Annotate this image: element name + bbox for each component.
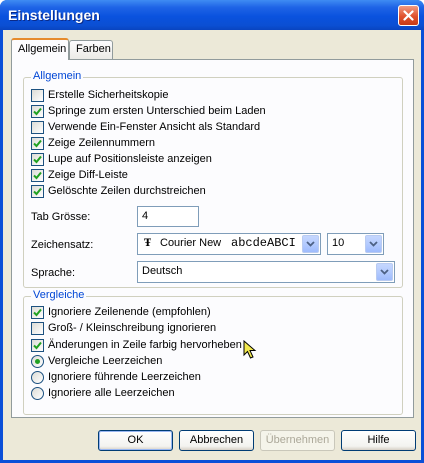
- checkbox-label: Zeige Diff-Leiste: [48, 169, 128, 181]
- checkbox-box[interactable]: [31, 184, 44, 198]
- checkbox-box[interactable]: [31, 338, 44, 352]
- font-label: Zeichensatz:: [31, 239, 94, 251]
- checkbox-gross-klein[interactable]: Groß- / Kleinschreibung ignorieren: [31, 321, 216, 335]
- radio-label: Vergleiche Leerzeichen: [48, 355, 163, 367]
- checkmark-icon: [33, 155, 42, 163]
- tab-farben[interactable]: Farben: [69, 40, 113, 59]
- settings-window: Einstellungen Allgemein Farben Allgemein…: [0, 0, 424, 463]
- close-button[interactable]: [398, 5, 419, 26]
- checkbox-label: Änderungen in Zeile farbig hervorheben: [48, 339, 242, 351]
- checkbox-box[interactable]: [31, 104, 44, 118]
- dialog-client: Allgemein Farben Allgemein Erstelle Sich…: [3, 30, 421, 460]
- checkbox-box[interactable]: [31, 168, 44, 182]
- checkbox-zeilennummern[interactable]: Zeige Zeilennummern: [31, 136, 155, 150]
- font-size-select[interactable]: 10: [327, 233, 384, 255]
- font-name: Courier New: [160, 237, 222, 249]
- checkbox-box[interactable]: [31, 120, 44, 134]
- truetype-icon: Ŧ: [144, 238, 152, 249]
- checkbox-zeilenende[interactable]: Ignoriere Zeilenende (empfohlen): [31, 305, 211, 319]
- title-bar[interactable]: Einstellungen: [0, 0, 424, 30]
- checkmark-icon: [33, 171, 42, 179]
- apply-button[interactable]: Übernehmen: [260, 430, 335, 451]
- close-icon: [403, 10, 414, 21]
- checkbox-box[interactable]: [31, 321, 44, 335]
- radio-alle-leerzeichen[interactable]: Ignoriere alle Leerzeichen: [31, 386, 175, 400]
- font-size-dropdown-button[interactable]: [365, 235, 382, 253]
- checkbox-box[interactable]: [31, 136, 44, 150]
- radio-label: Ignoriere führende Leerzeichen: [48, 371, 201, 383]
- checkbox-label: Gelöschte Zeilen durchstreichen: [48, 185, 206, 197]
- checkbox-box[interactable]: [31, 305, 44, 319]
- language-value: Deutsch: [142, 265, 183, 277]
- checkbox-label: Lupe auf Positionsleiste anzeigen: [48, 153, 212, 165]
- checkbox-label: Springe zum ersten Unterschied beim Lade…: [48, 105, 266, 117]
- tab-allgemein[interactable]: Allgemein: [11, 38, 69, 60]
- language-dropdown-button[interactable]: [376, 263, 393, 281]
- font-size-value: 10: [332, 237, 345, 249]
- radio-button[interactable]: [31, 386, 44, 400]
- checkmark-icon: [33, 341, 42, 349]
- checkbox-label: Erstelle Sicherheitskopie: [48, 89, 169, 101]
- window-title: Einstellungen: [8, 7, 100, 23]
- group-allgemein: Allgemein Erstelle Sicherheitskopie Spri…: [23, 70, 403, 288]
- help-button[interactable]: Hilfe: [341, 430, 416, 451]
- tab-panel: Allgemein Erstelle Sicherheitskopie Spri…: [11, 59, 414, 418]
- chevron-down-icon: [306, 241, 315, 247]
- checkbox-box[interactable]: [31, 152, 44, 166]
- radio-label: Ignoriere alle Leerzeichen: [48, 387, 175, 399]
- cancel-button[interactable]: Abbrechen: [179, 430, 254, 451]
- checkbox-box[interactable]: [31, 88, 44, 102]
- checkbox-label: Ignoriere Zeilenende (empfohlen): [48, 306, 211, 318]
- group-allgemein-title: Allgemein: [31, 70, 84, 82]
- checkbox-sicherheitskopie[interactable]: Erstelle Sicherheitskopie: [31, 88, 168, 102]
- chevron-down-icon: [380, 269, 389, 275]
- radio-button[interactable]: [31, 370, 44, 384]
- font-dropdown-button[interactable]: [302, 235, 319, 253]
- chevron-down-icon: [369, 241, 378, 247]
- group-vergleiche: Vergleiche Ignoriere Zeilenende (empfohl…: [23, 289, 403, 415]
- language-label: Sprache:: [31, 267, 76, 279]
- radio-vergleiche-leerzeichen[interactable]: Vergleiche Leerzeichen: [31, 354, 162, 368]
- ok-button[interactable]: OK: [98, 430, 173, 451]
- checkbox-springe-unterschied[interactable]: Springe zum ersten Unterschied beim Lade…: [31, 104, 266, 118]
- checkbox-label: Zeige Zeilennummern: [48, 137, 155, 149]
- radio-fuehrende-leerzeichen[interactable]: Ignoriere führende Leerzeichen: [31, 370, 201, 384]
- mouse-cursor-icon: [243, 340, 257, 359]
- checkbox-diff-leiste[interactable]: Zeige Diff-Leiste: [31, 168, 128, 182]
- checkbox-farbig[interactable]: Änderungen in Zeile farbig hervorheben: [31, 338, 242, 352]
- checkmark-icon: [33, 107, 42, 115]
- radio-button[interactable]: [31, 354, 44, 368]
- checkbox-ein-fenster[interactable]: Verwende Ein-Fenster Ansicht als Standar…: [31, 120, 260, 134]
- font-select[interactable]: Ŧ Courier New abcdeABCI: [137, 233, 321, 255]
- checkmark-icon: [33, 187, 42, 195]
- language-select[interactable]: Deutsch: [137, 261, 395, 283]
- checkbox-label: Verwende Ein-Fenster Ansicht als Standar…: [48, 121, 261, 133]
- group-vergleiche-title: Vergleiche: [31, 289, 87, 301]
- font-preview: abcdeABCI: [231, 236, 296, 250]
- checkbox-durchstreichen[interactable]: Gelöschte Zeilen durchstreichen: [31, 184, 206, 198]
- tab-size-input[interactable]: 4: [137, 206, 199, 227]
- checkbox-label: Groß- / Kleinschreibung ignorieren: [48, 322, 217, 334]
- checkmark-icon: [33, 139, 42, 147]
- tab-size-label: Tab Grösse:: [31, 211, 91, 223]
- checkbox-lupe[interactable]: Lupe auf Positionsleiste anzeigen: [31, 152, 212, 166]
- radio-dot-icon: [35, 358, 40, 364]
- checkmark-icon: [33, 308, 42, 316]
